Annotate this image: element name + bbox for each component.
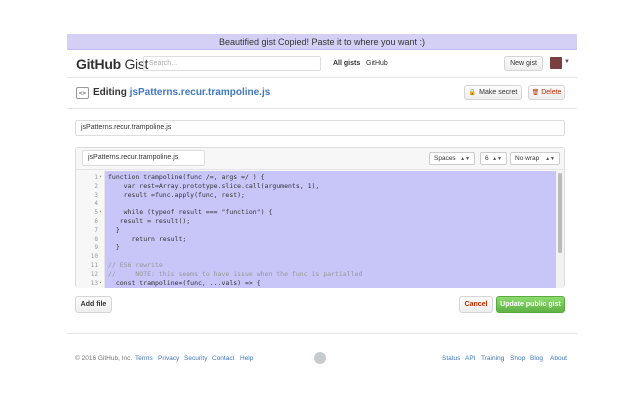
cancel-button[interactable]: Cancel: [459, 296, 493, 313]
footer-link-status[interactable]: Status: [442, 355, 460, 362]
footer-link-about[interactable]: About: [550, 355, 567, 362]
fold-arrow-icon[interactable]: ▾: [99, 208, 102, 217]
code-line[interactable]: 12 // NOTE: this seems to have issue when…: [76, 270, 564, 279]
file-editor-box: jsPatterns.recur.trampoline.js Spaces ▲▼ …: [75, 147, 565, 288]
code-text: while (typeof result === "function") {: [108, 208, 273, 217]
indent-mode-value: Spaces: [434, 155, 456, 162]
trash-icon: 🗑: [531, 90, 540, 96]
code-line[interactable]: 7 }: [76, 226, 564, 235]
make-secret-button[interactable]: 🔒 Make secret: [464, 85, 522, 100]
code-line[interactable]: 2 var rest=Array.prototype.slice.call(ar…: [76, 182, 564, 191]
make-secret-label: Make secret: [479, 89, 518, 96]
file-header: jsPatterns.recur.trampoline.js Spaces ▲▼ …: [76, 148, 564, 170]
footer-link-security[interactable]: Security: [184, 355, 207, 362]
update-public-gist-button[interactable]: Update public gist: [496, 296, 565, 313]
code-line[interactable]: 4: [76, 199, 564, 208]
code-text: // NOTE: this seems to have issue when t…: [108, 269, 363, 278]
code-icon: <>: [76, 87, 89, 99]
select-arrows-icon: ▲▼: [545, 155, 555, 162]
fold-arrow-icon[interactable]: ▾: [99, 173, 102, 182]
wrap-mode-value: No wrap: [515, 155, 540, 162]
title-filename[interactable]: jsPatterns.recur.trampoline.js: [130, 87, 271, 98]
page-title-row: <> Editing jsPatterns.recur.trampoline.j…: [67, 84, 577, 102]
scrollbar-thumb[interactable]: [558, 173, 562, 253]
line-number: 1: [94, 174, 98, 181]
code-line[interactable]: 9 }: [76, 243, 564, 252]
line-number: 12: [90, 270, 98, 278]
github-octocat-icon[interactable]: [314, 352, 326, 364]
line-number: 5: [94, 209, 98, 217]
avatar[interactable]: [550, 57, 562, 69]
footer-link-contact[interactable]: Contact: [212, 355, 234, 362]
code-text: }: [108, 243, 120, 252]
select-arrows-icon: ▲▼: [460, 155, 470, 162]
code-line[interactable]: 8 return result;: [76, 235, 564, 244]
select-arrows-icon: ▲▼: [492, 155, 502, 162]
delete-button[interactable]: 🗑 Delete: [528, 85, 565, 100]
code-text: const trampoline=(func, ...vals) => {: [108, 278, 261, 287]
indent-size-value: 6: [485, 155, 489, 162]
copy-notification-banner: Beautified gist Copied! Paste it to wher…: [67, 34, 577, 50]
line-number: 9: [94, 244, 98, 252]
site-header: GitHub Gist Search... All gists GitHub N…: [67, 50, 577, 78]
footer-divider: [67, 333, 577, 334]
footer-link-api[interactable]: API: [465, 355, 475, 362]
code-text: // ES6 rewrite: [108, 261, 163, 269]
add-file-button[interactable]: Add file: [75, 296, 112, 313]
code-text: result = result();: [108, 217, 191, 225]
nav-all-gists[interactable]: All gists: [333, 60, 360, 67]
code-text: function trampoline(func /=, args =/ ) {: [108, 173, 265, 181]
footer-link-help[interactable]: Help: [240, 355, 253, 362]
line-number: 13: [90, 279, 98, 287]
code-text: result =func.apply(func, rest);: [108, 190, 245, 199]
footer-link-shop[interactable]: Shop: [510, 355, 525, 362]
line-number: 10: [90, 253, 98, 261]
indent-size-select[interactable]: 6 ▲▼: [480, 152, 507, 165]
title-divider: [67, 108, 577, 109]
footer-link-privacy[interactable]: Privacy: [158, 355, 179, 362]
footer-copyright: © 2016 GitHub, Inc.: [75, 355, 133, 362]
logo-github-text: GitHub: [76, 56, 121, 72]
code-line[interactable]: 6 result = result();: [76, 217, 564, 226]
line-number: 2: [94, 182, 98, 190]
lock-icon: 🔒: [468, 90, 477, 96]
code-editor[interactable]: 1 ▾ function trampoline(func /=, args =/ )…: [76, 171, 564, 288]
footer-link-training[interactable]: Training: [481, 355, 504, 362]
line-number: 6: [94, 218, 98, 225]
new-gist-button[interactable]: New gist: [504, 56, 543, 71]
github-gist-logo[interactable]: GitHub Gist: [76, 56, 148, 72]
line-number: 4: [94, 200, 98, 208]
indent-mode-select[interactable]: Spaces ▲▼: [429, 152, 475, 165]
fold-arrow-icon[interactable]: ▾: [99, 279, 102, 288]
footer-link-terms[interactable]: Terms: [135, 355, 153, 362]
code-line[interactable]: 13 ▾ const trampoline=(func, ...vals) => …: [76, 279, 564, 288]
code-line[interactable]: 5 ▾ while (typeof result === "function") …: [76, 208, 564, 217]
chevron-down-icon[interactable]: ▼: [564, 59, 570, 65]
delete-label: Delete: [541, 89, 562, 96]
title-prefix: Editing: [93, 87, 127, 98]
code-text: var rest=Array.prototype.slice.call(argu…: [108, 181, 320, 190]
footer-link-blog[interactable]: Blog: [530, 355, 543, 362]
wrap-mode-select[interactable]: No wrap ▲▼: [510, 152, 560, 165]
code-line[interactable]: 10: [76, 252, 564, 261]
line-number: 7: [94, 226, 98, 234]
page-title: Editing jsPatterns.recur.trampoline.js: [93, 87, 270, 98]
gist-description-input[interactable]: jsPatterns.recur.trampoline.js: [75, 120, 565, 136]
code-line[interactable]: 1 ▾ function trampoline(func /=, args =/ )…: [76, 173, 564, 182]
code-line[interactable]: 11 // ES6 rewrite: [76, 261, 564, 270]
line-number: 11: [90, 262, 98, 269]
search-input[interactable]: Search...: [143, 56, 321, 71]
nav-github[interactable]: GitHub: [366, 60, 388, 67]
code-text: return result;: [108, 234, 187, 243]
filename-input[interactable]: jsPatterns.recur.trampoline.js: [82, 150, 205, 166]
line-number: 3: [94, 191, 98, 199]
editor-scrollbar[interactable]: [556, 171, 564, 288]
code-text: }: [108, 225, 120, 234]
code-line[interactable]: 3 result =func.apply(func, rest);: [76, 191, 564, 200]
line-number: 8: [94, 235, 98, 243]
